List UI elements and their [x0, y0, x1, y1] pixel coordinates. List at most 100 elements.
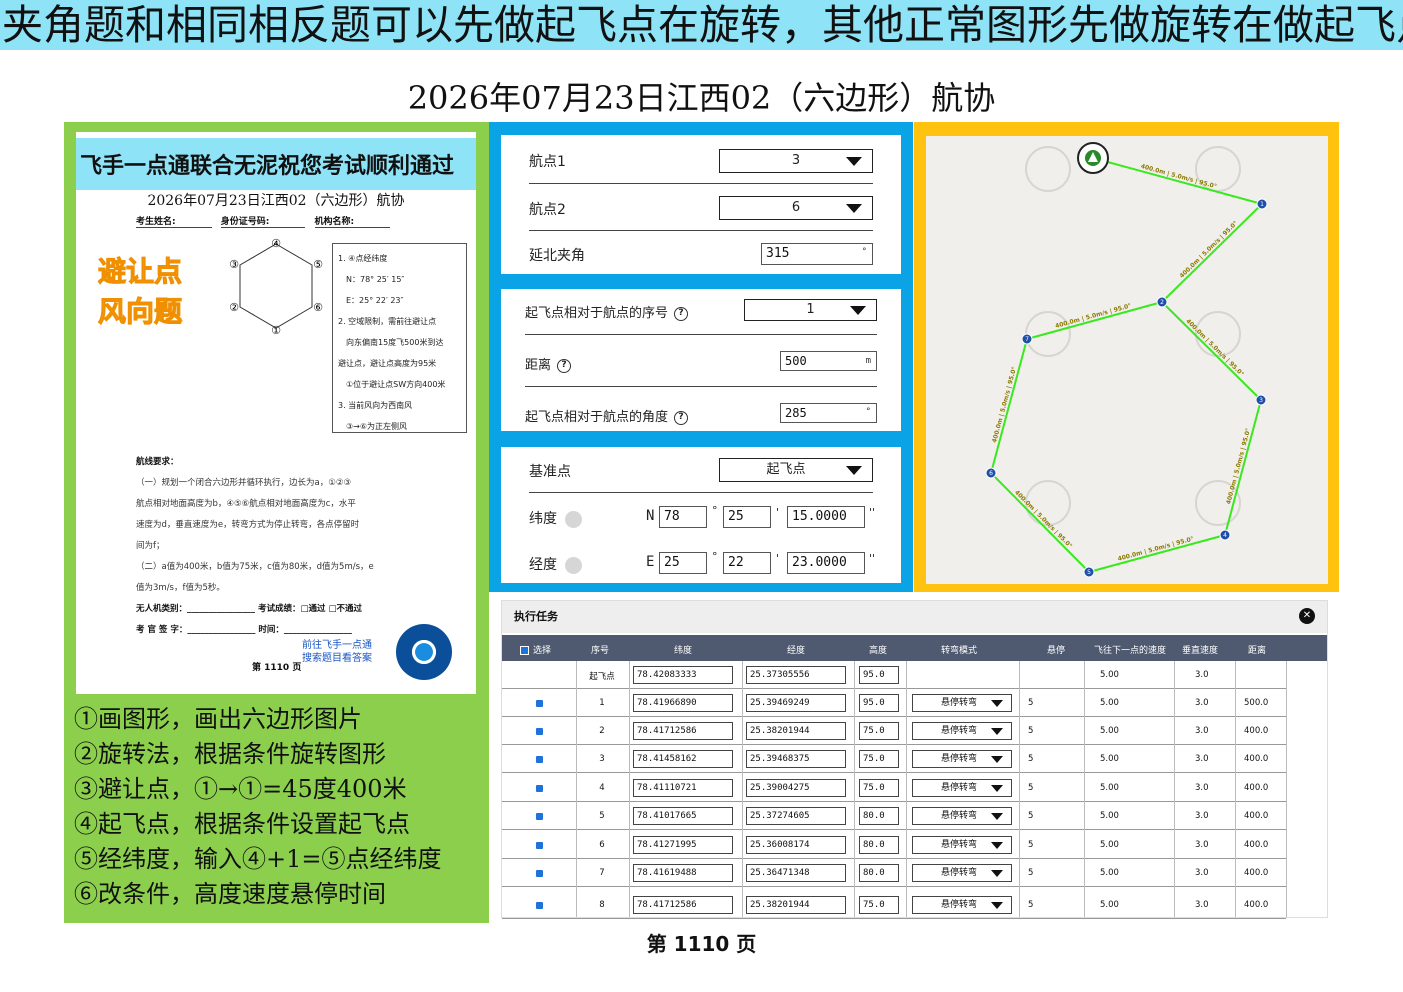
cell-alt-input[interactable]: 75.0	[859, 722, 899, 740]
lat-sec-input[interactable]: 15.0000	[787, 506, 865, 528]
exam-panel: 飞手一点通联合无泥祝您考试顺利通过 2026年07月23日江西02（六边形）航协…	[64, 122, 489, 923]
cell-hover: 5	[1028, 868, 1034, 878]
north-angle-input[interactable]: 315 °	[761, 243, 873, 265]
cell-lon-input[interactable]: 25.37305556	[746, 666, 846, 684]
cell-turn-select[interactable]: 悬停转弯	[912, 896, 1012, 914]
cell-seq: 1	[599, 698, 605, 708]
cell-alt-input[interactable]: 75.0	[859, 750, 899, 768]
cell-turn-select[interactable]: 悬停转弯	[912, 779, 1012, 797]
cell-turn-select[interactable]: 悬停转弯	[912, 807, 1012, 825]
field-id: 身份证号码:	[220, 214, 306, 228]
lat-min-input[interactable]: 25	[723, 506, 771, 528]
cell-turn-select[interactable]: 悬停转弯	[912, 694, 1012, 712]
distance-input[interactable]: 500 m	[780, 351, 877, 371]
hex-label-6: ⑥	[313, 301, 323, 314]
cell-turn-select[interactable]: 悬停转弯	[912, 722, 1012, 740]
cell-vspeed: 3.0	[1195, 783, 1209, 793]
cell-turn-select[interactable]: 悬停转弯	[912, 750, 1012, 768]
cell-turn-select[interactable]: 悬停转弯	[912, 864, 1012, 882]
route-map[interactable]: 400.0m | 5.0m/s | 95.0° 400.0m | 5.0m/s |…	[926, 136, 1328, 584]
checkbox-icon[interactable]	[536, 870, 543, 877]
cell-turn-select[interactable]: 悬停转弯	[912, 836, 1012, 854]
checkbox-icon[interactable]	[520, 646, 529, 655]
chevron-down-icon	[991, 728, 1003, 735]
cell-alt-input[interactable]: 75.0	[859, 779, 899, 797]
cell-lon-input[interactable]: 25.37274605	[746, 807, 846, 825]
takeoff-angle-input[interactable]: 285 °	[780, 403, 877, 423]
lon-sec-input[interactable]: 23.0000	[787, 552, 865, 574]
table-row[interactable]: 1 78.41966890 25.39469249 95.0 悬停转弯 5 5.00 3.0 5…	[502, 689, 1286, 717]
cell-lon-input[interactable]: 25.36471348	[746, 864, 846, 882]
checkbox-icon[interactable]	[536, 756, 543, 763]
wp1-select[interactable]: 3	[719, 149, 873, 173]
info-line: N：78° 25′ 15″	[346, 275, 405, 284]
cell-lon-input[interactable]: 25.38201944	[746, 896, 846, 914]
cell-alt-input[interactable]: 80.0	[859, 836, 899, 854]
equals-icon[interactable]	[565, 510, 582, 528]
avoid-stamp: 避让点 风向题	[97, 252, 182, 332]
cell-lon-input[interactable]: 25.39004275	[746, 779, 846, 797]
cell-lon-input[interactable]: 25.36008174	[746, 836, 846, 854]
wp2-select[interactable]: 6	[719, 196, 873, 220]
cell-lon-input[interactable]: 25.39468375	[746, 750, 846, 768]
lat-deg-input[interactable]: 78	[659, 506, 707, 528]
checkbox-icon[interactable]	[536, 785, 543, 792]
cell-lat-input[interactable]: 78.41619488	[633, 864, 733, 882]
table-row[interactable]: 5 78.41017665 25.37274605 80.0 悬停转弯 5 5.00 3.0 4…	[502, 802, 1286, 830]
doc-footer-link[interactable]: 前往飞手一点通 搜索题目看答案	[302, 639, 372, 665]
cell-lat-input[interactable]: 78.41017665	[633, 807, 733, 825]
distance-value: 500	[785, 354, 807, 368]
table-row[interactable]: 7 78.41619488 25.36471348 80.0 悬停转弯 5 5.00 3.0 4…	[502, 859, 1286, 887]
close-icon[interactable]: ✕	[1299, 608, 1315, 624]
info-line: E：25° 22′ 23″	[346, 296, 404, 305]
cell-speed: 5.00	[1100, 811, 1119, 821]
cell-lat-input[interactable]: 78.41458162	[633, 750, 733, 768]
cell-lon-input[interactable]: 25.38201944	[746, 722, 846, 740]
cell-lat-input[interactable]: 78.41712586	[633, 722, 733, 740]
cell-lat-input[interactable]: 78.41110721	[633, 779, 733, 797]
cell-alt-input[interactable]: 95.0	[859, 666, 899, 684]
checkbox-icon[interactable]	[536, 842, 543, 849]
base-label: 基准点	[529, 464, 571, 480]
cell-alt-input[interactable]: 80.0	[859, 807, 899, 825]
table-row[interactable]: 8 78.41712586 25.38201944 75.0 悬停转弯 5 5.00 3.0 4…	[502, 891, 1286, 919]
table-row[interactable]: 6 78.41271995 25.36008174 80.0 悬停转弯 5 5.00 3.0 4…	[502, 831, 1286, 859]
table-row[interactable]: 4 78.41110721 25.39004275 75.0 悬停转弯 5 5.00 3.0 4…	[502, 774, 1286, 802]
cell-alt-input[interactable]: 80.0	[859, 864, 899, 882]
checkbox-icon[interactable]	[536, 728, 543, 735]
cell-alt-input[interactable]: 95.0	[859, 694, 899, 712]
doc-footer-signature: 考 官 签 字：________________ 时间：____________…	[136, 625, 352, 635]
req-line: 航点相对地面高度为b，④⑤⑥航点相对地面高度为c，水平	[136, 499, 356, 509]
lat-hemisphere: N	[646, 508, 655, 524]
table-row[interactable]: 2 78.41712586 25.38201944 75.0 悬停转弯 5 5.00 3.0 4…	[502, 717, 1286, 745]
route-segment	[1224, 399, 1262, 536]
seq-select[interactable]: 1	[744, 299, 877, 321]
waypoint-markers: 1 2 3 4 5 6 7	[985, 198, 1268, 578]
segment-label: 400.0m | 5.0m/s | 95.0°	[1013, 489, 1073, 550]
help-icon[interactable]: ?	[557, 358, 572, 373]
cell-vspeed: 3.0	[1195, 726, 1209, 736]
cell-lat-input[interactable]: 78.42083333	[633, 666, 733, 684]
lon-deg-input[interactable]: 25	[659, 552, 707, 574]
cell-lon-input[interactable]: 25.39469249	[746, 694, 846, 712]
wp2-label: 航点2	[529, 202, 566, 218]
min-mark: '	[776, 552, 780, 565]
cell-alt-input[interactable]: 75.0	[859, 896, 899, 914]
cell-lat-input[interactable]: 78.41712586	[633, 896, 733, 914]
table-row[interactable]: 3 78.41458162 25.39468375 75.0 悬停转弯 5 5.00 3.0 4…	[502, 745, 1286, 773]
help-icon[interactable]: ?	[674, 306, 689, 321]
checkbox-icon[interactable]	[536, 902, 543, 909]
help-icon[interactable]: ?	[674, 410, 689, 425]
chevron-down-icon	[846, 157, 862, 166]
sec-mark: ''	[869, 552, 876, 565]
checkbox-icon[interactable]	[536, 813, 543, 820]
cell-lat-input[interactable]: 78.41271995	[633, 836, 733, 854]
col-dist: 距离	[1248, 646, 1267, 656]
base-select[interactable]: 起飞点	[719, 458, 873, 482]
checkbox-icon[interactable]	[536, 700, 543, 707]
lon-min-input[interactable]: 22	[723, 552, 771, 574]
equals-icon[interactable]	[565, 556, 582, 574]
cell-lat-input[interactable]: 78.41966890	[633, 694, 733, 712]
req-line: 间为f；	[136, 541, 165, 551]
table-row[interactable]: 起飞点 78.42083333 25.37305556 95.0 5.00 3.0	[502, 661, 1286, 689]
